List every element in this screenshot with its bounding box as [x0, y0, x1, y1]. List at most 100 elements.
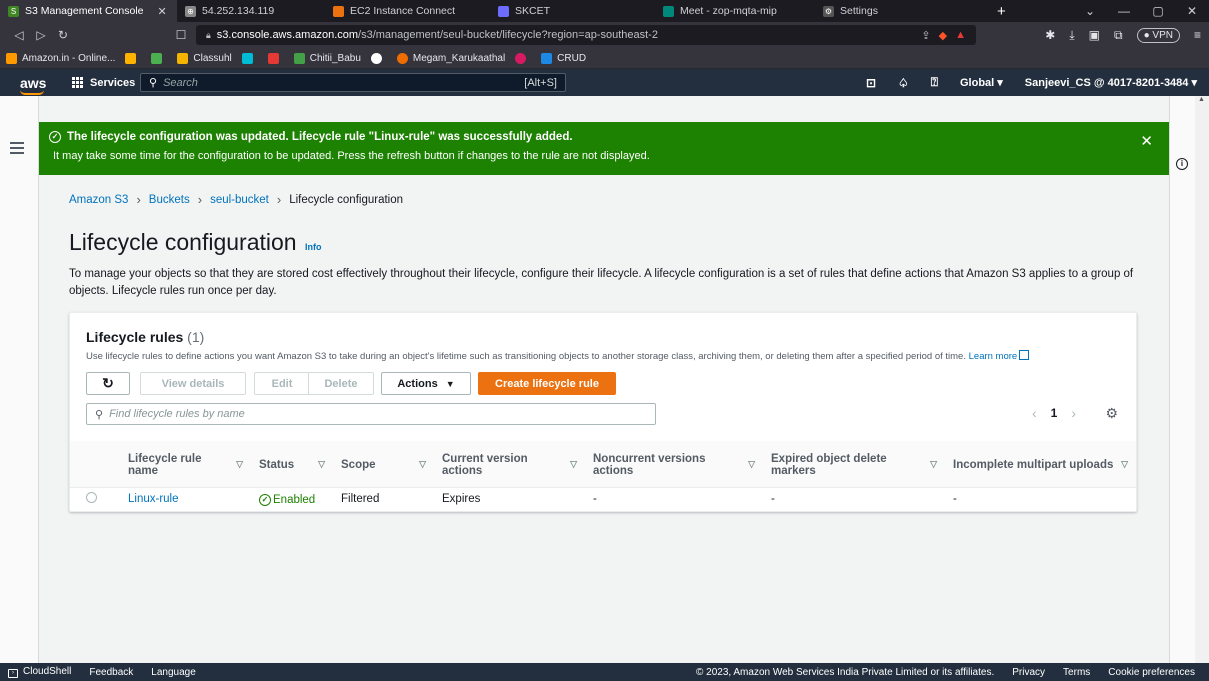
reload-icon[interactable]: ↻: [52, 28, 74, 42]
table-row[interactable]: Linux-rule ✓ Enabled Filtered Expires - -…: [70, 487, 1136, 512]
prev-page-icon[interactable]: ‹: [1032, 405, 1037, 421]
account-label: Sanjeevi_CS @ 4017-8201-3484: [1024, 77, 1189, 89]
breadcrumb-bucket[interactable]: seul-bucket: [210, 194, 269, 206]
bookmark-crud[interactable]: CRUD: [541, 52, 586, 64]
new-tab-button[interactable]: +: [989, 3, 1014, 20]
wallet-icon[interactable]: ⧉: [1114, 28, 1123, 43]
terms-link[interactable]: Terms: [1063, 667, 1090, 678]
bookmark-item[interactable]: [241, 52, 258, 64]
flash-message: It may take some time for the configurat…: [53, 150, 650, 162]
next-page-icon[interactable]: ›: [1071, 405, 1076, 421]
scroll-up-icon[interactable]: ▲: [1198, 96, 1206, 104]
close-icon[interactable]: ✕: [1140, 132, 1153, 150]
page-number[interactable]: 1: [1051, 406, 1058, 420]
search-placeholder: Search: [163, 76, 198, 89]
browser-tab[interactable]: ⚙ Settings: [815, 0, 985, 22]
delete-button[interactable]: Delete: [308, 372, 374, 395]
actions-label: Actions: [397, 377, 438, 390]
region-selector[interactable]: Global ▾: [960, 76, 1003, 89]
globe-favicon-icon: ⊕: [185, 5, 196, 17]
column-header[interactable]: Current version actions ▽: [434, 441, 585, 488]
actions-dropdown[interactable]: Actions ▼: [381, 372, 471, 395]
check-circle-icon: ✓: [259, 493, 271, 506]
view-details-button[interactable]: View details: [140, 372, 246, 395]
breadcrumb-current: Lifecycle configuration: [289, 193, 404, 206]
page-scrollbar[interactable]: ▲: [1195, 96, 1209, 663]
column-header[interactable]: Scope ▽: [333, 441, 434, 488]
brave-rewards-icon[interactable]: ▲: [955, 29, 966, 41]
minimize-icon[interactable]: —: [1107, 4, 1141, 18]
notifications-icon[interactable]: ♤: [898, 76, 909, 90]
row-select-radio[interactable]: [86, 492, 97, 503]
search-input[interactable]: ⚲ Search [Alt+S]: [140, 73, 566, 92]
browser-tab[interactable]: SKCET: [490, 0, 655, 22]
learn-more-link[interactable]: Learn more: [969, 351, 1018, 362]
bookmark-item[interactable]: [370, 52, 387, 64]
edit-button[interactable]: Edit: [254, 372, 310, 395]
column-header[interactable]: Expired object delete markers ▽: [763, 441, 945, 488]
create-lifecycle-rule-button[interactable]: Create lifecycle rule: [478, 372, 616, 395]
menu-icon[interactable]: ≡: [1194, 28, 1201, 42]
column-header[interactable]: Noncurrent versions actions ▽: [585, 441, 763, 488]
sidebar-icon[interactable]: ▣: [1089, 28, 1100, 42]
language-selector[interactable]: Language: [151, 667, 196, 678]
extensions-icon[interactable]: ✱: [1045, 28, 1055, 42]
console-footer: › CloudShell Feedback Language © 2023, Am…: [0, 663, 1209, 681]
column-header[interactable]: Status ▽: [251, 441, 333, 488]
bookmark-item[interactable]: [267, 52, 284, 64]
breadcrumb-amazon-s3[interactable]: Amazon S3: [69, 194, 128, 206]
privacy-link[interactable]: Privacy: [1012, 667, 1045, 678]
browser-tab[interactable]: EC2 Instance Connect: [325, 0, 490, 22]
table-settings-icon[interactable]: ⚙: [1105, 405, 1118, 422]
help-icon[interactable]: ⍰: [931, 75, 938, 90]
left-nav-strip: [0, 96, 39, 663]
hamburger-menu-icon[interactable]: [10, 142, 24, 157]
cloudshell-button[interactable]: › CloudShell: [8, 666, 71, 678]
bookmark-megam[interactable]: Megam_Karukaathal: [396, 52, 505, 64]
bookmark-item[interactable]: [151, 52, 167, 64]
column-header[interactable]: Lifecycle rule name ▽: [120, 441, 251, 488]
services-menu[interactable]: Services: [72, 77, 135, 89]
current-actions-cell: Expires: [434, 487, 585, 512]
bookmark-amazon[interactable]: Amazon.in - Online...: [6, 52, 115, 64]
info-link[interactable]: Info: [305, 242, 322, 252]
close-tab-icon[interactable]: ✕: [158, 5, 167, 18]
tab-label: Settings: [840, 5, 878, 17]
aws-logo[interactable]: aws: [20, 75, 50, 95]
info-panel-icon[interactable]: i: [1176, 158, 1188, 170]
bookmark-item[interactable]: [125, 52, 141, 64]
forward-icon[interactable]: ▷: [30, 28, 52, 42]
downloads-icon[interactable]: ⤓: [1069, 28, 1074, 43]
browser-tab[interactable]: Meet - zop-mqta-mip: [655, 0, 815, 22]
bookmark-icon[interactable]: ☐: [170, 28, 192, 42]
browser-tab[interactable]: S S3 Management Console ✕: [0, 0, 177, 22]
tab-list-chevron-icon[interactable]: ⌄: [1073, 4, 1107, 18]
feedback-link[interactable]: Feedback: [89, 667, 133, 678]
browser-tab[interactable]: ⊕ 54.252.134.119: [177, 0, 325, 22]
bookmark-pink-icon: [515, 52, 527, 64]
filter-input[interactable]: ⚲ Find lifecycle rules by name: [86, 403, 656, 425]
account-menu[interactable]: Sanjeevi_CS @ 4017-8201-3484 ▾: [1025, 76, 1197, 89]
back-icon[interactable]: ◁: [8, 28, 30, 42]
bookmark-item[interactable]: [515, 52, 531, 64]
flash-title: The lifecycle configuration was updated.…: [67, 131, 573, 143]
close-window-icon[interactable]: ✕: [1175, 4, 1209, 18]
address-bar[interactable]: 🔒︎ s3.console.aws.amazon.com /s3/managem…: [196, 25, 976, 45]
maximize-icon[interactable]: ▢: [1141, 4, 1175, 18]
bookmark-blue-icon: [541, 52, 553, 64]
vpn-button[interactable]: ● VPN: [1136, 27, 1180, 43]
rule-name-link[interactable]: Linux-rule: [128, 493, 179, 505]
column-label: Noncurrent versions actions: [593, 452, 706, 477]
cloudshell-icon[interactable]: ⊡: [866, 76, 876, 90]
cookie-preferences-link[interactable]: Cookie preferences: [1108, 667, 1195, 678]
refresh-button[interactable]: ↻: [86, 372, 130, 395]
brave-shield-icon[interactable]: ◆: [939, 29, 947, 42]
share-icon[interactable]: ⇪: [921, 29, 930, 42]
column-header[interactable]: Incomplete multipart uploads ▽: [945, 441, 1136, 488]
bookmark-classuhl[interactable]: Classuhl: [177, 52, 232, 64]
bookmark-chitii[interactable]: Chitii_Babu: [293, 52, 361, 64]
column-label: Incomplete multipart uploads: [953, 458, 1114, 471]
breadcrumb-buckets[interactable]: Buckets: [149, 194, 190, 206]
sort-icon: ▽: [930, 459, 937, 470]
github-icon: [370, 52, 382, 64]
